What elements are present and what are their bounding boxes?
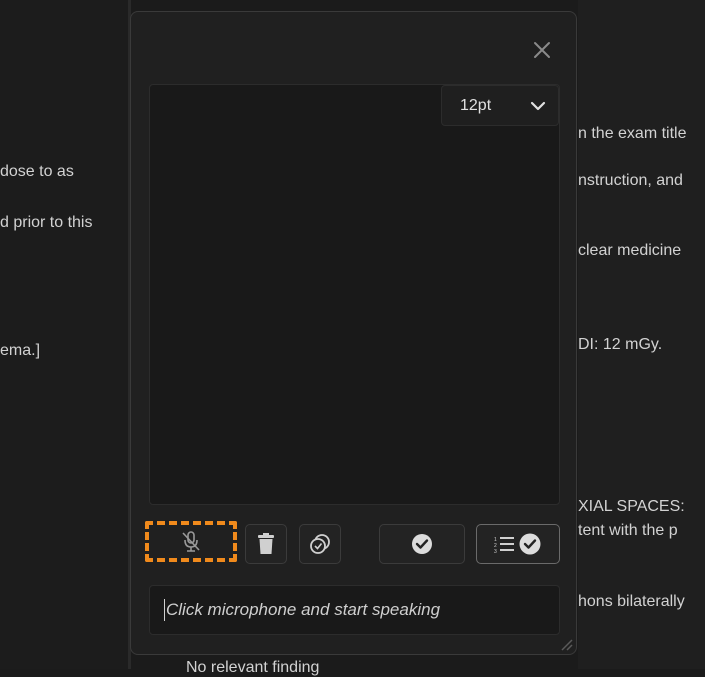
close-icon bbox=[534, 42, 550, 58]
chevron-down-icon bbox=[530, 101, 546, 110]
background-text: n the exam title bbox=[578, 125, 687, 142]
background-text: dose to as bbox=[0, 163, 74, 180]
accept-button[interactable] bbox=[379, 524, 465, 564]
copy-button[interactable] bbox=[299, 524, 341, 564]
speech-input-placeholder: Click microphone and start speaking bbox=[166, 600, 441, 619]
mic-off-icon bbox=[182, 530, 200, 552]
trash-icon bbox=[258, 533, 274, 554]
background-document-right bbox=[578, 0, 705, 669]
list-check-icon: 1 2 3 bbox=[494, 533, 541, 555]
font-size-select[interactable]: 12pt bbox=[441, 85, 559, 126]
delete-button[interactable] bbox=[245, 524, 287, 564]
speech-input[interactable]: Click microphone and start speaking bbox=[149, 585, 560, 635]
background-text: No relevant finding bbox=[186, 659, 320, 676]
close-button[interactable] bbox=[528, 36, 556, 64]
font-size-value: 12pt bbox=[460, 96, 492, 114]
text-caret bbox=[164, 599, 165, 621]
background-text: DI: 12 mGy. bbox=[578, 336, 663, 353]
background-text: hons bilaterally bbox=[578, 593, 685, 610]
background-document-left bbox=[0, 0, 130, 669]
copy-icon bbox=[310, 534, 330, 554]
check-circle-icon bbox=[412, 534, 432, 554]
background-text: XIAL SPACES: bbox=[578, 498, 685, 515]
background-text: d prior to this bbox=[0, 214, 93, 231]
svg-text:3: 3 bbox=[494, 549, 497, 555]
accept-list-button[interactable]: 1 2 3 bbox=[476, 524, 560, 564]
background-text: nstruction, and bbox=[578, 172, 683, 189]
background-text: clear medicine bbox=[578, 242, 682, 259]
dictation-dialog: 12pt 1 2 3 Click microphone and start sp… bbox=[130, 11, 577, 655]
background-text: ema.] bbox=[0, 342, 41, 359]
background-text: tent with the p bbox=[578, 522, 678, 539]
resize-grip-icon[interactable] bbox=[557, 635, 573, 651]
dictation-editor[interactable]: 12pt bbox=[149, 84, 560, 505]
microphone-button[interactable] bbox=[145, 521, 237, 562]
